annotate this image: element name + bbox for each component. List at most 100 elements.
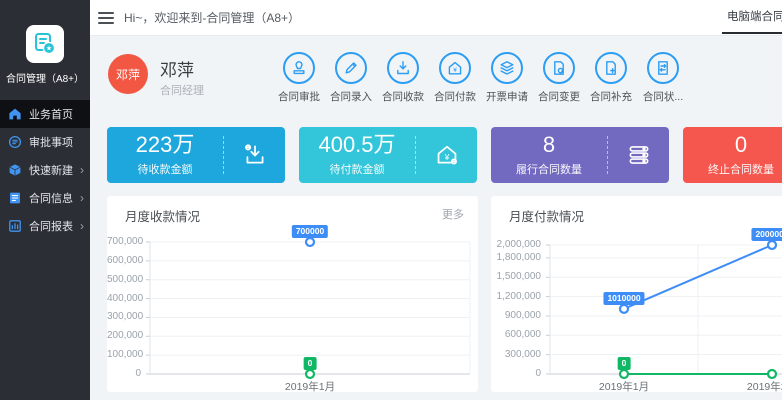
sidebar-item-approvals[interactable]: 审批事项: [0, 128, 90, 156]
action-invoice-request[interactable]: 开票申请: [481, 52, 533, 104]
data-point[interactable]: [620, 305, 628, 313]
y-axis-tick-label: 100,000: [107, 349, 141, 360]
user-name: 邓萍: [160, 56, 194, 81]
pay-house-icon: ¥: [439, 52, 471, 84]
action-contract-status[interactable]: 合同状...: [637, 52, 689, 104]
y-axis-tick-label: 600,000: [107, 255, 141, 266]
charts-row: 月度收款情况 更多 0100,000200,000300,000400,0005…: [107, 196, 782, 392]
action-contract-receive[interactable]: 合同收款: [377, 52, 429, 104]
doc-change-icon: [543, 52, 575, 84]
data-point[interactable]: [620, 370, 628, 378]
y-axis-tick-label: 900,000: [491, 310, 541, 321]
action-contract-supplement[interactable]: 合同补充: [585, 52, 637, 104]
menu-icon[interactable]: [98, 12, 114, 24]
stat-label: 待收款金额: [107, 161, 223, 177]
report-chart-icon: [8, 219, 22, 233]
chart-canvas: [550, 245, 782, 374]
stat-cards: 223万 待收款金额 400.5万 待付款金额 ¥ 8 履行合: [107, 127, 782, 183]
contract-doc-star-icon: ★: [31, 30, 59, 58]
chart-monthly-payments: 月度付款情况 0 300,000 600,000 900,000 1,200,000 1,…: [491, 196, 782, 392]
sidebar-nav: 业务首页 审批事项 快速新建 › 合同信息 ›: [0, 100, 90, 240]
stat-card-payable[interactable]: 400.5万 待付款金额 ¥: [299, 127, 477, 183]
profile-strip: 邓萍 邓萍 合同经理 合同审批 合同录入: [90, 36, 782, 118]
data-point-label: 2000000: [751, 228, 782, 241]
stat-card-terminated-contracts[interactable]: 0 终止合同数量: [683, 127, 782, 183]
sidebar-item-label: 快速新建: [29, 162, 73, 178]
y-axis-tick-label: 0: [491, 368, 541, 379]
receive-payment-icon: [387, 52, 419, 84]
chevron-right-icon: ›: [80, 192, 84, 204]
data-point-label: 700000: [292, 225, 328, 238]
greeting-text: Hi~，欢迎来到-合同管理（A8+）: [124, 9, 300, 26]
top-tab-pc-contract[interactable]: 电脑端合同管理: [722, 0, 782, 34]
action-contract-change[interactable]: 合同变更: [533, 52, 585, 104]
sidebar-item-contract-reports[interactable]: 合同报表 ›: [0, 212, 90, 240]
approval-icon: [8, 135, 22, 149]
app-logo: ★: [26, 25, 64, 63]
pencil-icon: [335, 52, 367, 84]
receive-money-icon: [224, 142, 285, 168]
invoice-layers-icon: [491, 52, 523, 84]
topbar: Hi~，欢迎来到-合同管理（A8+） 电脑端合同管理: [90, 0, 782, 36]
x-axis-tick-label: 2019年1月: [265, 379, 355, 392]
sidebar: ★ 合同管理（A8+） 业务首页 审批事项 快速新建: [0, 0, 90, 400]
data-point[interactable]: [306, 238, 314, 246]
chart-canvas: [150, 242, 470, 374]
sidebar-item-label: 业务首页: [29, 106, 73, 122]
x-axis-tick-label: 2019年1月: [579, 379, 669, 392]
x-axis-tick-label: 2019年2月: [727, 379, 782, 392]
stat-value: 0: [683, 133, 782, 157]
chart-monthly-receipts: 月度收款情况 更多 0100,000200,000300,000400,0005…: [107, 196, 478, 392]
dashboard-screen: ★ 合同管理（A8+） 业务首页 审批事项 快速新建: [0, 0, 782, 400]
svg-text:¥: ¥: [453, 67, 457, 74]
data-point[interactable]: [306, 370, 314, 378]
y-axis-tick-label: 400,000: [107, 293, 141, 304]
action-contract-approval[interactable]: 合同审批: [273, 52, 325, 104]
data-point-label: 1010000: [603, 292, 644, 305]
stat-label: 履行合同数量: [491, 161, 607, 177]
data-point[interactable]: [768, 370, 776, 378]
contracts-stack-icon: [608, 142, 669, 168]
cube-icon: [8, 163, 22, 177]
stat-card-active-contracts[interactable]: 8 履行合同数量: [491, 127, 669, 183]
stat-value: 400.5万: [299, 133, 415, 157]
sidebar-item-contract-info[interactable]: 合同信息 ›: [0, 184, 90, 212]
svg-text:¥: ¥: [443, 152, 449, 162]
sidebar-item-label: 合同报表: [29, 218, 73, 234]
sidebar-item-label: 审批事项: [29, 134, 73, 150]
y-axis-tick-label: 1,500,000: [491, 271, 541, 282]
action-contract-pay[interactable]: ¥ 合同付款: [429, 52, 481, 104]
quick-actions: 合同审批 合同录入 合同收款 ¥: [273, 52, 689, 104]
more-link[interactable]: 更多: [442, 206, 464, 225]
stat-value: 8: [491, 133, 607, 157]
sidebar-item-business-home[interactable]: 业务首页: [0, 100, 90, 128]
chart-title: 月度付款情况: [509, 206, 584, 225]
data-point-label: 0: [304, 357, 317, 370]
avatar: 邓萍: [108, 54, 148, 94]
y-axis-tick-label: 700,000: [107, 236, 141, 247]
contract-doc-icon: [8, 191, 22, 205]
stamp-icon: [283, 52, 315, 84]
y-axis-tick-label: 300,000: [107, 311, 141, 322]
stat-label: 终止合同数量: [683, 161, 782, 177]
y-axis-tick-label: 300,000: [491, 349, 541, 360]
stat-card-receivable[interactable]: 223万 待收款金额: [107, 127, 285, 183]
y-axis-tick-label: 200,000: [107, 330, 141, 341]
y-axis-tick-label: 600,000: [491, 329, 541, 340]
doc-add-icon: [595, 52, 627, 84]
svg-text:★: ★: [46, 45, 52, 53]
data-point[interactable]: [768, 241, 776, 249]
chevron-right-icon: ›: [80, 164, 84, 176]
app-title: 合同管理（A8+）: [0, 70, 90, 85]
user-role: 合同经理: [160, 82, 204, 98]
doc-status-icon: [647, 52, 679, 84]
sidebar-item-label: 合同信息: [29, 190, 73, 206]
sidebar-item-quick-new[interactable]: 快速新建 ›: [0, 156, 90, 184]
pay-money-icon: ¥: [416, 142, 477, 168]
y-axis-tick-label: 2,000,000: [491, 239, 541, 250]
action-contract-entry[interactable]: 合同录入: [325, 52, 377, 104]
home-icon: [8, 107, 22, 121]
chart-plot-area: 0 300,000 600,000 900,000 1,200,000 1,500,000…: [491, 196, 782, 392]
y-axis-tick-label: 1,200,000: [491, 291, 541, 302]
chart-title: 月度收款情况: [125, 206, 200, 225]
